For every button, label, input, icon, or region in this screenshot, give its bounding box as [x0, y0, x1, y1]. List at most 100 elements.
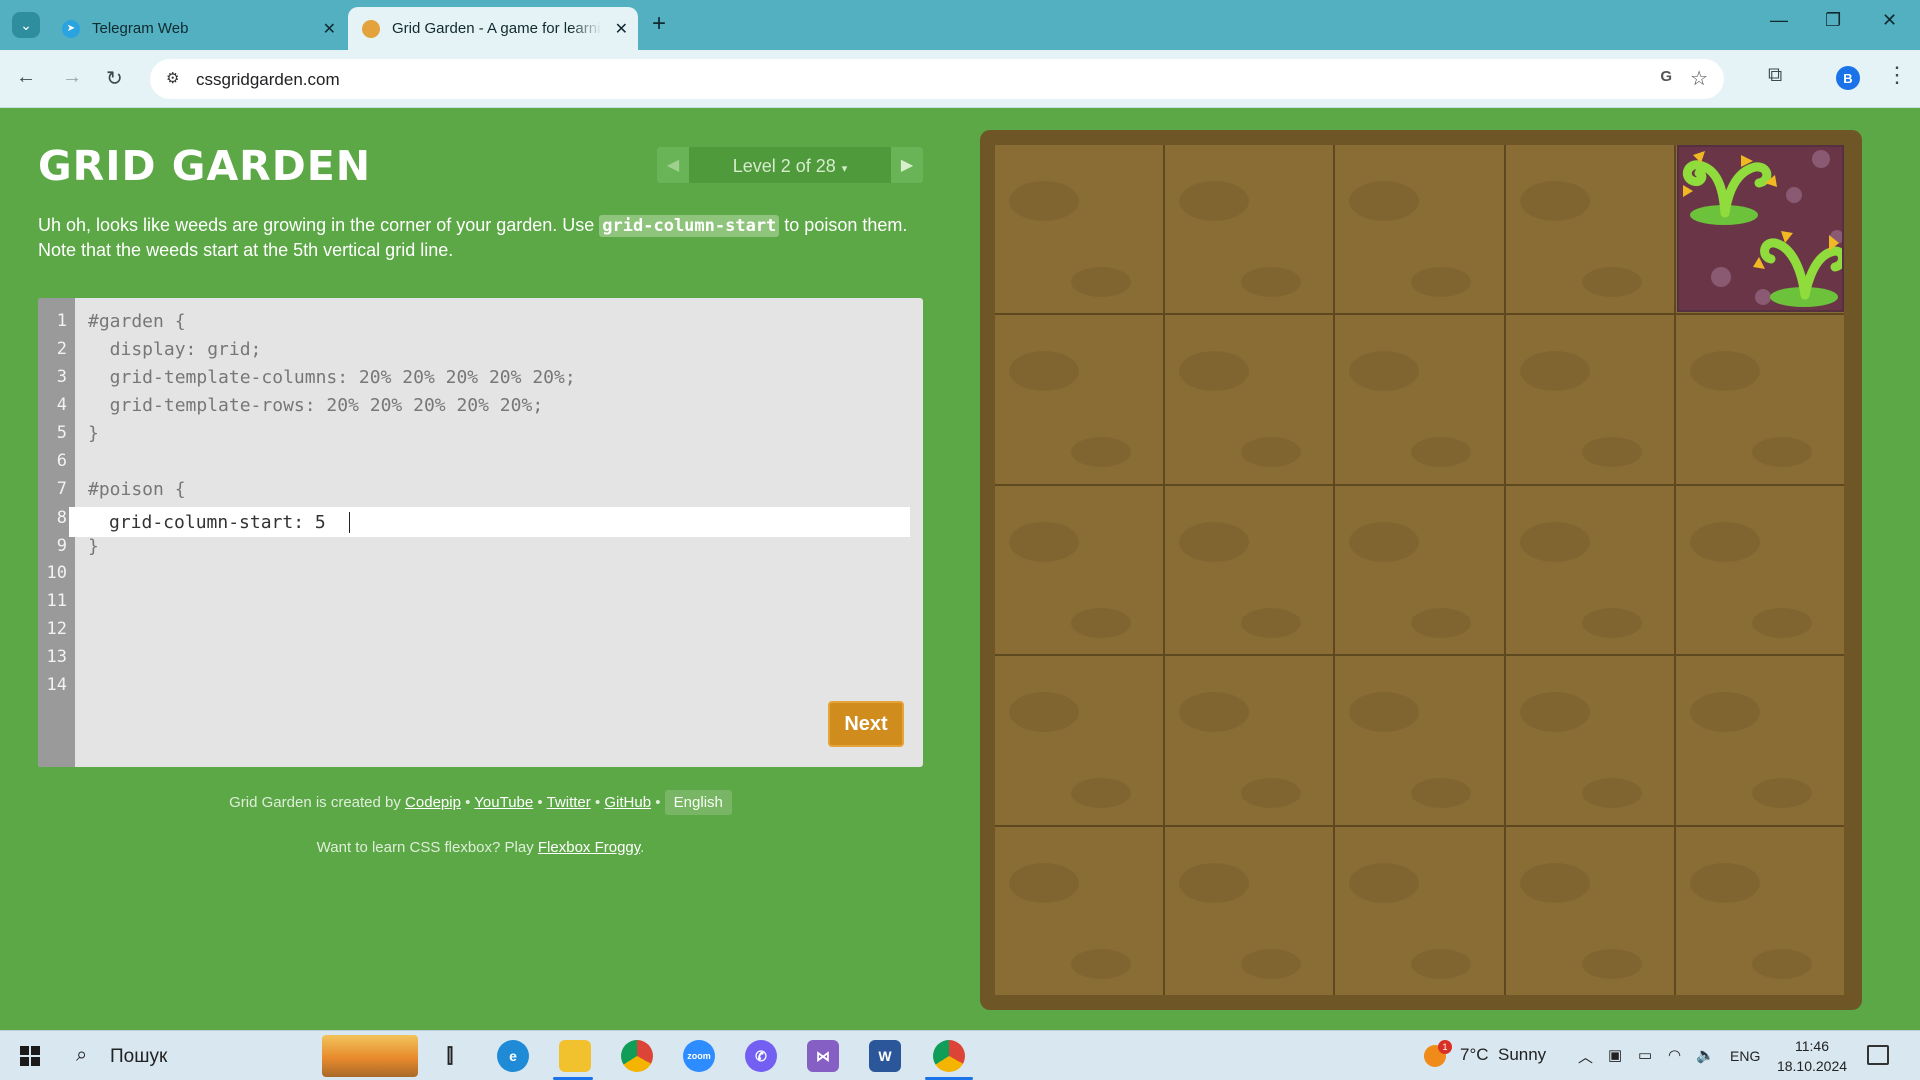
garden-cell — [1335, 315, 1504, 484]
minimize-icon[interactable]: — — [1770, 10, 1788, 31]
promo-text: Want to learn CSS flexbox? Play — [316, 839, 534, 856]
instructions-text: Uh oh, looks like weeds are growing in t… — [38, 215, 600, 235]
forward-icon[interactable]: → — [62, 66, 82, 89]
promo-period: . — [640, 839, 645, 856]
language-selector[interactable]: English — [664, 790, 732, 815]
line-number: 14 — [46, 675, 67, 695]
word-icon[interactable]: W — [869, 1040, 901, 1072]
edge-icon[interactable]: e — [497, 1040, 529, 1072]
file-explorer-icon[interactable] — [559, 1040, 591, 1072]
system-clock[interactable]: 11:46 18.10.2024 — [1768, 1036, 1856, 1076]
grid-garden-favicon — [362, 19, 380, 38]
garden-cell — [1505, 826, 1674, 995]
instructions-code: grid-column-start — [599, 215, 780, 237]
line-number: 13 — [46, 647, 67, 667]
weather-badge: 1 — [1438, 1040, 1452, 1054]
new-tab-icon[interactable]: + — [652, 10, 666, 38]
line-number: 2 — [56, 339, 67, 359]
input-language[interactable]: ENG — [1730, 1048, 1760, 1064]
garden-cell — [995, 656, 1164, 825]
reload-icon[interactable]: ↻ — [106, 66, 123, 91]
windows-start-icon[interactable] — [20, 1046, 40, 1066]
browser-menu-icon[interactable]: ⋮ — [1886, 62, 1908, 88]
garden-cell — [1675, 485, 1844, 655]
code-line: } — [88, 536, 99, 557]
code-line: grid-template-columns: 20% 20% 20% 20% 2… — [88, 367, 576, 388]
profile-avatar[interactable]: B — [1836, 66, 1860, 90]
wifi-icon[interactable]: ◠ — [1668, 1046, 1681, 1064]
restore-icon[interactable]: ❐ — [1825, 10, 1841, 31]
garden-cell — [1335, 826, 1504, 995]
code-line: #poison { — [88, 479, 186, 500]
garden-cell — [1335, 485, 1504, 655]
garden-cell — [1675, 656, 1844, 825]
battery-icon[interactable]: ▭ — [1638, 1046, 1652, 1064]
next-button[interactable]: Next — [828, 701, 904, 747]
garden-cell — [1165, 826, 1334, 995]
weather-text[interactable]: 7°C Sunny — [1460, 1045, 1546, 1065]
site-info-icon[interactable]: ⚙ — [166, 69, 179, 87]
garden-cell — [1165, 485, 1334, 655]
separator: • — [594, 794, 601, 811]
garden-cell — [1505, 315, 1674, 484]
line-number: 11 — [46, 591, 67, 611]
code-line: display: grid; — [88, 339, 262, 360]
close-window-icon[interactable]: ✕ — [1882, 10, 1897, 31]
close-tab-icon[interactable]: ✕ — [615, 19, 628, 39]
chrome-icon[interactable] — [621, 1040, 653, 1072]
garden-cell — [1505, 656, 1674, 825]
css-input-field[interactable] — [69, 507, 910, 537]
tab-telegram[interactable]: ➤ Telegram Web ✕ — [48, 7, 346, 50]
browser-tab-strip: ⌄ ➤ Telegram Web ✕ Grid Garden - A game … — [0, 0, 1920, 50]
next-level-button[interactable]: ▶ — [891, 147, 923, 183]
line-number: 12 — [46, 619, 67, 639]
close-tab-icon[interactable]: ✕ — [323, 19, 336, 39]
clock-date: 18.10.2024 — [1776, 1058, 1848, 1074]
level-indicator[interactable]: Level 2 of 28 ▾ — [689, 156, 891, 177]
flexbox-froggy-link[interactable]: Flexbox Froggy — [538, 839, 640, 856]
line-number: 5 — [56, 423, 67, 443]
meet-now-icon[interactable]: ▣ — [1608, 1046, 1622, 1064]
tab-search-button[interactable]: ⌄ — [12, 12, 40, 38]
show-hidden-icons-icon[interactable]: ︿ — [1578, 1046, 1593, 1067]
url-text[interactable]: cssgridgarden.com — [196, 70, 340, 90]
bookmark-star-icon[interactable]: ☆ — [1690, 66, 1708, 91]
line-number: 10 — [46, 563, 67, 583]
task-view-icon[interactable]: ⫿ — [434, 1040, 466, 1072]
zoom-icon[interactable]: zoom — [683, 1040, 715, 1072]
line-number: 1 — [56, 311, 67, 331]
windows-taskbar: ⌕ Пошук ⫿ e zoom ✆ ⋈ W 1 7°C Sunny ︿ ▣ ▭… — [0, 1030, 1920, 1080]
viber-icon[interactable]: ✆ — [745, 1040, 777, 1072]
github-link[interactable]: GitHub — [604, 794, 651, 811]
volume-icon[interactable]: 🔈 — [1696, 1046, 1715, 1064]
tab-grid-garden[interactable]: Grid Garden - A game for learning CSS gr… — [348, 7, 638, 50]
search-highlight-image — [322, 1035, 418, 1077]
notifications-icon[interactable] — [1867, 1045, 1889, 1065]
back-icon[interactable]: ← — [16, 66, 36, 89]
line-number: 9 — [56, 536, 67, 556]
codepip-link[interactable]: Codepip — [405, 794, 461, 811]
line-number: 4 — [56, 395, 67, 415]
flexbox-promo: Want to learn CSS flexbox? Play Flexbox … — [38, 839, 923, 856]
taskbar-search[interactable]: ⌕ Пошук — [64, 1031, 419, 1080]
garden-cell — [1335, 656, 1504, 825]
twitter-link[interactable]: Twitter — [547, 794, 591, 811]
separator: • — [537, 794, 543, 811]
address-bar[interactable]: ⚙ cssgridgarden.com G ☆ — [150, 59, 1724, 99]
visual-studio-icon[interactable]: ⋈ — [807, 1040, 839, 1072]
translate-icon[interactable]: G — [1660, 68, 1672, 85]
line-number: 8 — [56, 508, 67, 528]
chrome-profile-icon[interactable] — [933, 1040, 965, 1072]
credits-text: Grid Garden is created by — [229, 794, 401, 811]
garden-cell — [1165, 145, 1334, 314]
code-line: grid-template-rows: 20% 20% 20% 20% 20%; — [88, 395, 544, 416]
extensions-icon[interactable]: ⧉ — [1768, 64, 1782, 87]
separator: • — [465, 794, 471, 811]
youtube-link[interactable]: YouTube — [474, 794, 533, 811]
previous-level-button[interactable]: ◀ — [657, 147, 689, 183]
garden-cell — [995, 315, 1164, 484]
garden-cell — [1675, 315, 1844, 484]
tab-title: Telegram Web — [92, 20, 189, 37]
text-caret — [349, 512, 350, 533]
garden-cell — [995, 485, 1164, 655]
